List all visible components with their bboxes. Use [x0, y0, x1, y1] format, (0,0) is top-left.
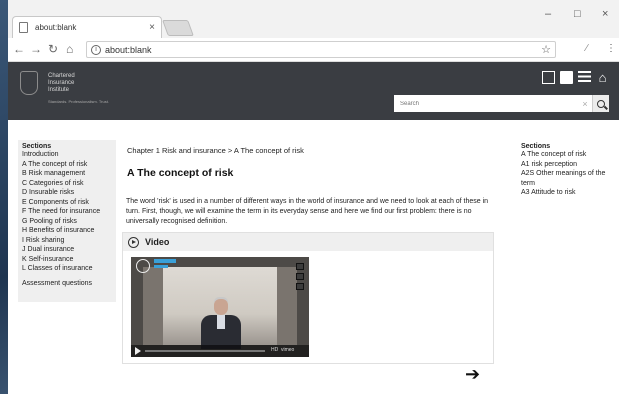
title-bar: about:blank × – □ × — [8, 0, 619, 38]
info-icon[interactable]: i — [91, 44, 101, 55]
logo-line-1: Chartered — [48, 73, 75, 79]
tab-close-icon[interactable]: × — [149, 22, 155, 33]
site-header: Chartered Insurance Institute Standards.… — [8, 62, 619, 120]
sidebar-item-concept-of-risk[interactable]: A The concept of risk — [22, 160, 112, 170]
page-icon — [19, 22, 28, 33]
breadcrumb: Chapter 1 Risk and insurance > A The con… — [127, 146, 304, 155]
video-play-icon[interactable] — [135, 347, 141, 355]
sidebar-item-risk-sharing[interactable]: I Risk sharing — [22, 236, 112, 246]
browser-window: about:blank × – □ × ← → ↻ ⌂ i about:blan… — [8, 0, 619, 394]
search-box: × — [394, 95, 609, 112]
video-progress-bar[interactable] — [145, 350, 265, 352]
subsection-attitude-to-risk[interactable]: A3 Attitude to risk — [521, 188, 613, 198]
sidebar-item-benefits-of-insurance[interactable]: H Benefits of insurance — [22, 226, 112, 236]
hd-badge[interactable]: HD — [271, 347, 278, 353]
like-icon[interactable] — [296, 263, 304, 270]
subsection-concept-of-risk[interactable]: A The concept of risk — [521, 150, 613, 160]
subsection-other-meanings[interactable]: A2S Other meanings of the term — [521, 169, 613, 188]
video-panel: Video HD vimeo — [122, 232, 494, 364]
tab-title: about:blank — [35, 23, 77, 32]
new-tab-button[interactable] — [162, 20, 194, 36]
close-window-button[interactable]: × — [602, 8, 608, 20]
reload-icon[interactable]: ↻ — [48, 42, 58, 56]
logo-line-2: Insurance — [48, 80, 75, 86]
sidebar-item-self-insurance[interactable]: K Self-insurance — [22, 255, 112, 265]
subsections-sidebar: Sections A The concept of risk A1 risk p… — [521, 143, 613, 198]
home-icon[interactable]: ⌂ — [66, 42, 73, 56]
sidebar-item-risk-management[interactable]: B Risk management — [22, 169, 112, 179]
video-header[interactable]: Video — [123, 233, 493, 251]
search-icon — [597, 99, 605, 108]
right-sidebar-heading: Sections — [521, 143, 551, 150]
logo-line-3: Institute — [48, 87, 70, 93]
home-icon[interactable]: ⌂ — [596, 71, 609, 84]
sidebar-item-components-of-risk[interactable]: E Components of risk — [22, 198, 112, 208]
watch-later-icon[interactable] — [296, 273, 304, 280]
search-button[interactable] — [592, 95, 609, 112]
intro-paragraph: The word 'risk' is used in a number of d… — [126, 198, 489, 225]
maximize-button[interactable]: □ — [574, 8, 581, 20]
sidebar-item-introduction[interactable]: Introduction — [22, 150, 112, 160]
share-icon[interactable] — [296, 283, 304, 290]
vimeo-logo[interactable]: vimeo — [281, 347, 294, 353]
forward-arrow-icon[interactable]: → — [30, 42, 42, 56]
minimize-button[interactable]: – — [545, 8, 551, 20]
star-icon[interactable]: ☆ — [541, 43, 551, 56]
logo-tagline: Standards. Professionalism. Trust. — [48, 99, 109, 104]
menu-kebab-icon[interactable]: ⋮ — [606, 43, 616, 54]
address-bar: ← → ↻ ⌂ i about:blank ☆ ∕ ⋮ — [8, 38, 619, 62]
url-text: about:blank — [105, 44, 152, 55]
header-icon-bar: ⌂ — [542, 71, 609, 84]
play-circle-icon — [128, 236, 139, 248]
sidebar-item-pooling-of-risks[interactable]: G Pooling of risks — [22, 217, 112, 227]
url-bar[interactable]: i about:blank ☆ — [86, 41, 556, 58]
search-input[interactable] — [400, 100, 578, 107]
book-icon[interactable] — [560, 71, 573, 84]
browser-tab[interactable]: about:blank × — [12, 16, 162, 38]
sidebar-item-need-for-insurance[interactable]: F The need for insurance — [22, 207, 112, 217]
subsection-risk-perception[interactable]: A1 risk perception — [521, 160, 613, 170]
cii-crest-icon — [20, 71, 38, 95]
video-title-tag[interactable] — [154, 259, 176, 263]
sidebar-item-assessment-questions[interactable]: Assessment questions — [22, 279, 112, 289]
extension-icon[interactable]: ∕ — [586, 43, 588, 54]
video-label: Video — [145, 237, 170, 247]
sidebar-item-classes-of-insurance[interactable]: L Classes of insurance — [22, 264, 112, 274]
video-player[interactable]: HD vimeo — [131, 257, 309, 357]
page-title: A The concept of risk — [127, 167, 234, 179]
list-icon[interactable] — [578, 71, 591, 84]
right-arrow-icon[interactable]: ➔ — [465, 365, 480, 383]
sidebar-item-categories-of-risk[interactable]: C Categories of risk — [22, 179, 112, 189]
contents-icon[interactable] — [542, 71, 555, 84]
channel-logo-icon[interactable] — [136, 259, 150, 273]
sidebar-heading: Sections — [22, 143, 52, 150]
sidebar-item-dual-insurance[interactable]: J Dual insurance — [22, 245, 112, 255]
back-arrow-icon[interactable]: ← — [13, 42, 25, 56]
sections-sidebar: Sections Introduction A The concept of r… — [18, 140, 116, 302]
search-clear-icon[interactable]: × — [578, 99, 592, 109]
sidebar-item-insurable-risks[interactable]: D Insurable risks — [22, 188, 112, 198]
